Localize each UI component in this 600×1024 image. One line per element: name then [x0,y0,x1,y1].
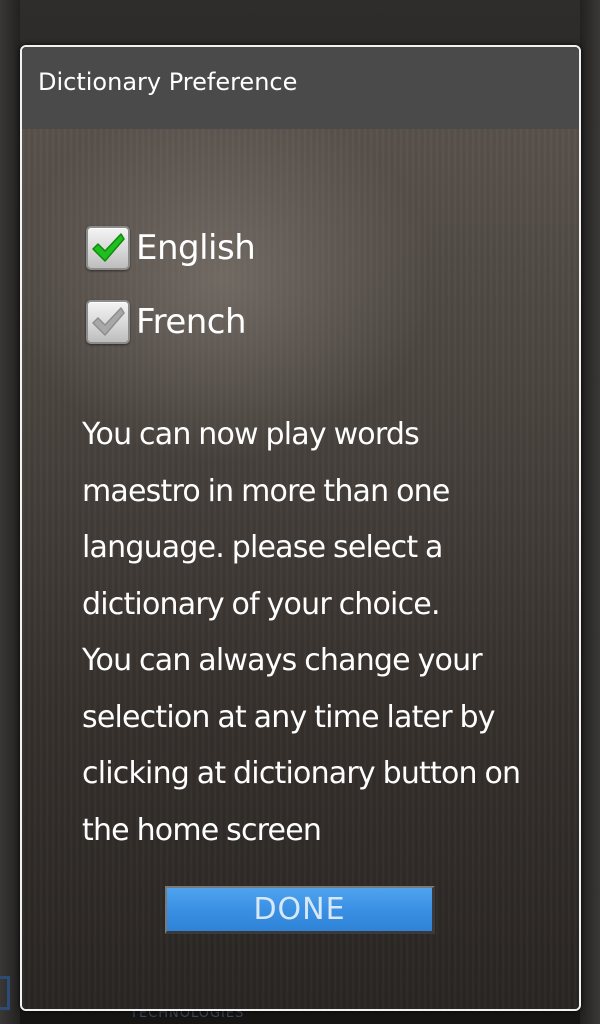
french-option[interactable]: French [86,298,247,346]
dialog-title-bar: Dictionary Preference [22,47,579,130]
french-option-label: French [136,302,247,342]
done-button[interactable]: DONE [165,886,435,934]
background-edge-right [580,0,600,1024]
dialog-body: English French You can now play words ma… [22,129,579,1009]
dialog-title: Dictionary Preference [38,68,298,96]
done-button-label: DONE [253,892,346,927]
screen: TECHNOLOGIES Dictionary Preference Engli… [0,0,600,1024]
info-message: You can now play words maestro in more t… [82,407,522,859]
english-option[interactable]: English [86,224,256,272]
message-line: dictionary of your choice. [82,586,440,622]
message-line: clicking at dictionary button on [82,756,521,791]
dictionary-preference-dialog: Dictionary Preference English French You… [20,45,581,1011]
message-line: language. please select a [82,530,443,565]
checkmark-icon [92,307,125,336]
background-logo-icon [0,976,10,1010]
french-checkbox[interactable] [86,300,130,344]
english-checkbox[interactable] [86,226,130,270]
message-line: You can always change your [82,643,483,678]
english-option-label: English [136,228,256,268]
background-edge-left [0,0,20,1024]
checkmark-icon [92,233,125,262]
message-line: selection at any time later by [82,699,495,735]
message-line: You can now play words [82,417,420,452]
message-line: maestro in more than one [82,473,450,509]
message-line: the home screen [82,812,322,848]
